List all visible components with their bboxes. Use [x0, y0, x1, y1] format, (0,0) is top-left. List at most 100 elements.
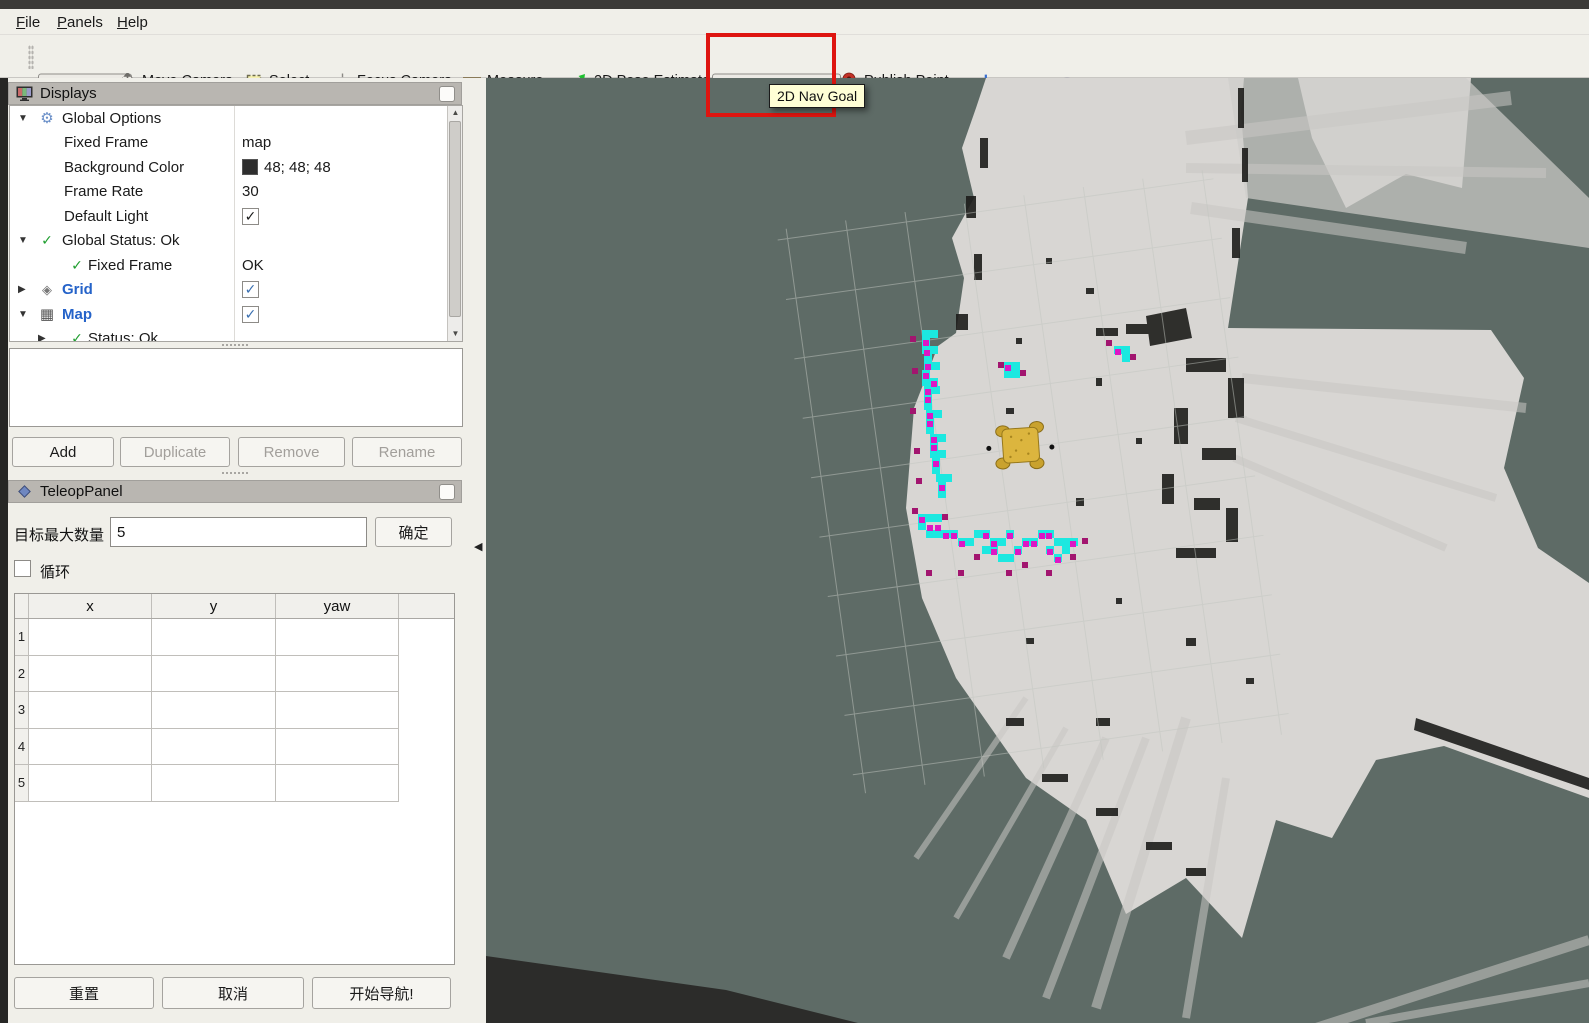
panel-title: Displays — [40, 85, 97, 102]
goal-table-header: x y yaw — [15, 594, 454, 619]
teleop-panel-header[interactable]: TeleopPanel — [8, 480, 462, 503]
add-button[interactable]: Add — [12, 437, 114, 467]
table-row[interactable]: 1 — [15, 619, 454, 656]
cell-x[interactable] — [29, 619, 152, 656]
row-value: OK — [242, 257, 264, 274]
column-header-x[interactable]: x — [29, 594, 152, 618]
expander-icon[interactable]: ▶ — [38, 333, 52, 342]
scroll-up-icon[interactable]: ▲ — [448, 106, 463, 120]
status-ok-icon: ✓ — [68, 330, 86, 342]
rename-button[interactable]: Rename — [352, 437, 462, 467]
tree-row-grid[interactable]: ▶ ◈ Grid ✓ — [10, 278, 462, 303]
tree-row-map[interactable]: ▼ ▦ Map ✓ — [10, 302, 462, 327]
splitter-handle[interactable] — [222, 472, 248, 474]
header-filler — [399, 594, 454, 618]
tree-row-fixed-frame[interactable]: Fixed Frame map — [10, 131, 462, 156]
expander-icon[interactable]: ▼ — [18, 113, 32, 124]
remove-button[interactable]: Remove — [238, 437, 345, 467]
confirm-button[interactable]: 确定 — [375, 517, 452, 547]
checkbox-checked[interactable]: ✓ — [242, 306, 259, 323]
loop-label: 循环 — [40, 561, 70, 582]
scrollbar-thumb[interactable] — [449, 121, 461, 317]
expander-icon[interactable]: ▼ — [18, 235, 32, 246]
cancel-button[interactable]: 取消 — [162, 977, 304, 1009]
duplicate-button[interactable]: Duplicate — [120, 437, 230, 467]
panel-float-checkbox[interactable] — [439, 484, 455, 500]
displays-icon — [15, 85, 33, 103]
menu-panels[interactable]: Panels — [53, 12, 107, 33]
max-goal-input[interactable] — [110, 517, 367, 547]
displays-panel-header[interactable]: Displays — [8, 82, 462, 105]
dock-collapse-icon[interactable]: ◀ — [474, 540, 482, 553]
cell-yaw[interactable] — [276, 619, 399, 656]
tree-row-global-status[interactable]: ▼ ✓ Global Status: Ok — [10, 229, 462, 254]
row-number: 1 — [15, 619, 29, 656]
cell-y[interactable] — [152, 656, 276, 693]
left-dock-panel: Displays ▼ ⚙ Global Options Fixed Frame … — [8, 78, 486, 1023]
check-icon: ✓ — [245, 306, 257, 323]
row-label: Fixed Frame — [88, 257, 172, 274]
cell-y[interactable] — [152, 765, 276, 802]
checkbox-checked[interactable]: ✓ — [242, 281, 259, 298]
expander-icon[interactable]: ▶ — [18, 284, 32, 295]
tree-row-default-light[interactable]: Default Light ✓ — [10, 204, 462, 229]
table-row[interactable]: 2 — [15, 656, 454, 693]
cell-y[interactable] — [152, 619, 276, 656]
scroll-down-icon[interactable]: ▼ — [448, 327, 463, 341]
row-number: 2 — [15, 656, 29, 693]
row-label: Global Options — [62, 110, 161, 127]
check-icon: ✓ — [245, 281, 257, 298]
map-display-icon: ▦ — [38, 305, 56, 323]
column-header-y[interactable]: y — [152, 594, 276, 618]
cell-yaw[interactable] — [276, 692, 399, 729]
cell-x[interactable] — [29, 765, 152, 802]
table-row[interactable]: 5 — [15, 765, 454, 802]
row-label: Status: Ok — [88, 330, 158, 342]
row-label: Global Status: Ok — [62, 232, 180, 249]
row-number: 5 — [15, 765, 29, 802]
row-label: Frame Rate — [64, 183, 143, 200]
checkbox-checked[interactable]: ✓ — [242, 208, 259, 225]
row-label: Default Light — [64, 208, 148, 225]
cell-x[interactable] — [29, 656, 152, 693]
table-row[interactable]: 3 — [15, 692, 454, 729]
menu-help[interactable]: Help — [113, 12, 152, 33]
cell-x[interactable] — [29, 729, 152, 766]
toolbar-drag-handle[interactable] — [28, 45, 34, 69]
cell-yaw[interactable] — [276, 729, 399, 766]
corner-cell — [15, 594, 29, 618]
color-swatch[interactable] — [242, 159, 258, 175]
max-goal-label: 目标最大数量 — [14, 524, 104, 545]
start-nav-button[interactable]: 开始导航! — [312, 977, 451, 1009]
map-view-canvas[interactable] — [486, 78, 1589, 1023]
tree-row-frame-rate[interactable]: Frame Rate 30 — [10, 180, 462, 205]
cell-x[interactable] — [29, 692, 152, 729]
table-row[interactable]: 4 — [15, 729, 454, 766]
displays-tree[interactable]: ▼ ⚙ Global Options Fixed Frame map Backg… — [9, 105, 463, 342]
render-viewport[interactable] — [486, 78, 1589, 1023]
column-header-yaw[interactable]: yaw — [276, 594, 399, 618]
goal-table[interactable]: x y yaw 1 2 3 4 5 — [14, 593, 455, 965]
cell-y[interactable] — [152, 692, 276, 729]
tree-row-fixed-frame-status[interactable]: ✓ Fixed Frame OK — [10, 253, 462, 278]
tree-row-map-status-partial[interactable]: ▶ ✓ Status: Ok — [10, 327, 462, 343]
row-number: 3 — [15, 692, 29, 729]
expander-icon[interactable]: ▼ — [18, 309, 32, 320]
cell-yaw[interactable] — [276, 656, 399, 693]
check-icon: ✓ — [245, 208, 257, 225]
loop-checkbox[interactable] — [14, 560, 31, 577]
row-value[interactable]: map — [242, 134, 271, 151]
status-ok-icon: ✓ — [68, 257, 86, 274]
cell-yaw[interactable] — [276, 765, 399, 802]
row-value[interactable]: 48; 48; 48 — [264, 159, 331, 176]
tree-scrollbar[interactable]: ▲ ▼ — [447, 106, 462, 341]
reset-button[interactable]: 重置 — [14, 977, 154, 1009]
cell-y[interactable] — [152, 729, 276, 766]
row-value[interactable]: 30 — [242, 183, 259, 200]
panel-float-checkbox[interactable] — [439, 86, 455, 102]
status-ok-icon: ✓ — [38, 232, 56, 249]
tree-row-global-options[interactable]: ▼ ⚙ Global Options — [10, 106, 462, 131]
menu-file[interactable]: File — [12, 12, 44, 33]
tree-row-background-color[interactable]: Background Color 48; 48; 48 — [10, 155, 462, 180]
splitter-handle[interactable] — [222, 344, 248, 346]
